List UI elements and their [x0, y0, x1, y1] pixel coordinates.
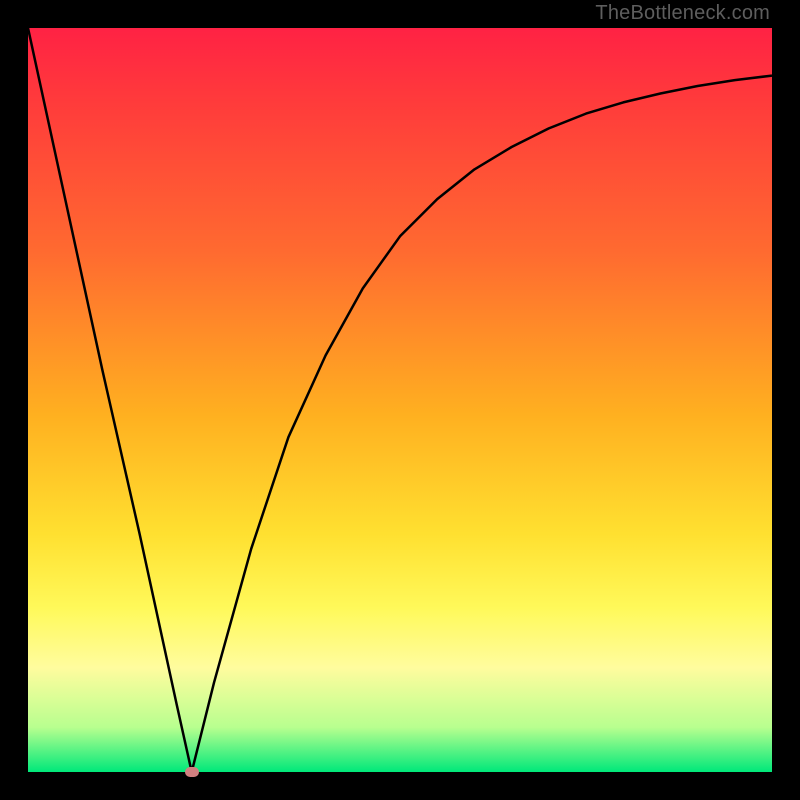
plot-area	[28, 28, 772, 772]
optimum-marker	[185, 767, 199, 777]
bottleneck-curve	[28, 28, 772, 772]
watermark-text: TheBottleneck.com	[595, 2, 770, 25]
chart-frame: TheBottleneck.com	[0, 0, 800, 800]
curve-path	[28, 28, 772, 772]
